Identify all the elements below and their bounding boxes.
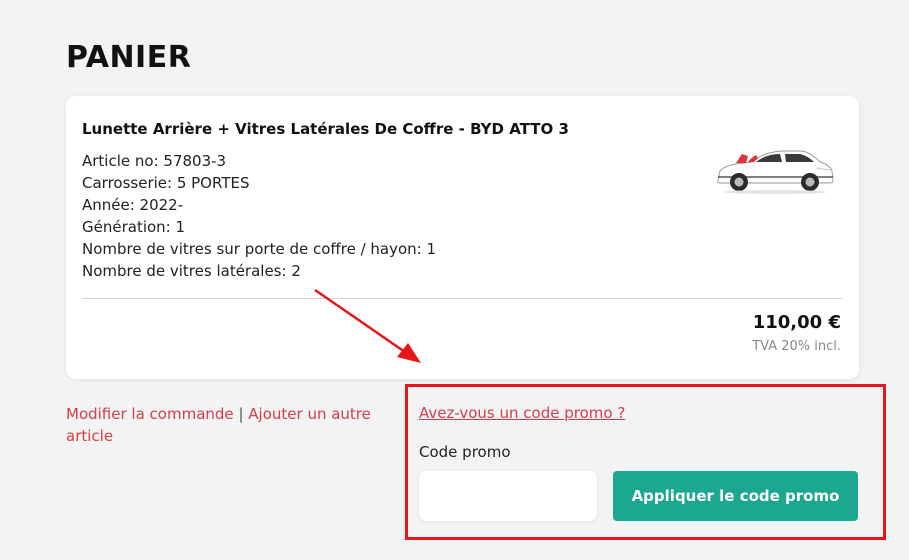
- item-price: 110,00 €: [752, 312, 841, 333]
- promo-code-input[interactable]: [419, 471, 597, 521]
- apply-promo-button[interactable]: Appliquer le code promo: [613, 471, 858, 521]
- cart-item-card: Lunette Arrière + Vitres Latérales De Co…: [66, 96, 859, 379]
- link-separator: |: [238, 405, 244, 423]
- spec-article-no: Article no: 57803-3: [82, 152, 227, 170]
- promo-code-question-link[interactable]: Avez-vous un code promo ?: [419, 404, 625, 422]
- spec-body-type: Carrosserie: 5 PORTES: [82, 174, 250, 192]
- spec-generation: Génération: 1: [82, 218, 186, 236]
- spec-year: Année: 2022-: [82, 196, 184, 214]
- promo-code-label: Code promo: [419, 443, 511, 461]
- modify-order-link[interactable]: Modifier la commande: [66, 405, 234, 423]
- car-icon: [717, 150, 834, 194]
- product-title: Lunette Arrière + Vitres Latérales De Co…: [82, 120, 569, 138]
- cart-actions: Modifier la commande | Ajouter un autre …: [66, 403, 396, 447]
- page-title: PANIER: [66, 40, 192, 75]
- spec-side-glass-count: Nombre de vitres latérales: 2: [82, 262, 301, 280]
- tax-note: TVA 20% incl.: [752, 339, 841, 354]
- product-specs: Article no: 57803-3 Carrosserie: 5 PORTE…: [82, 150, 436, 282]
- card-divider: [82, 298, 843, 299]
- spec-tailgate-glass-count: Nombre de vitres sur porte de coffre / h…: [82, 240, 437, 258]
